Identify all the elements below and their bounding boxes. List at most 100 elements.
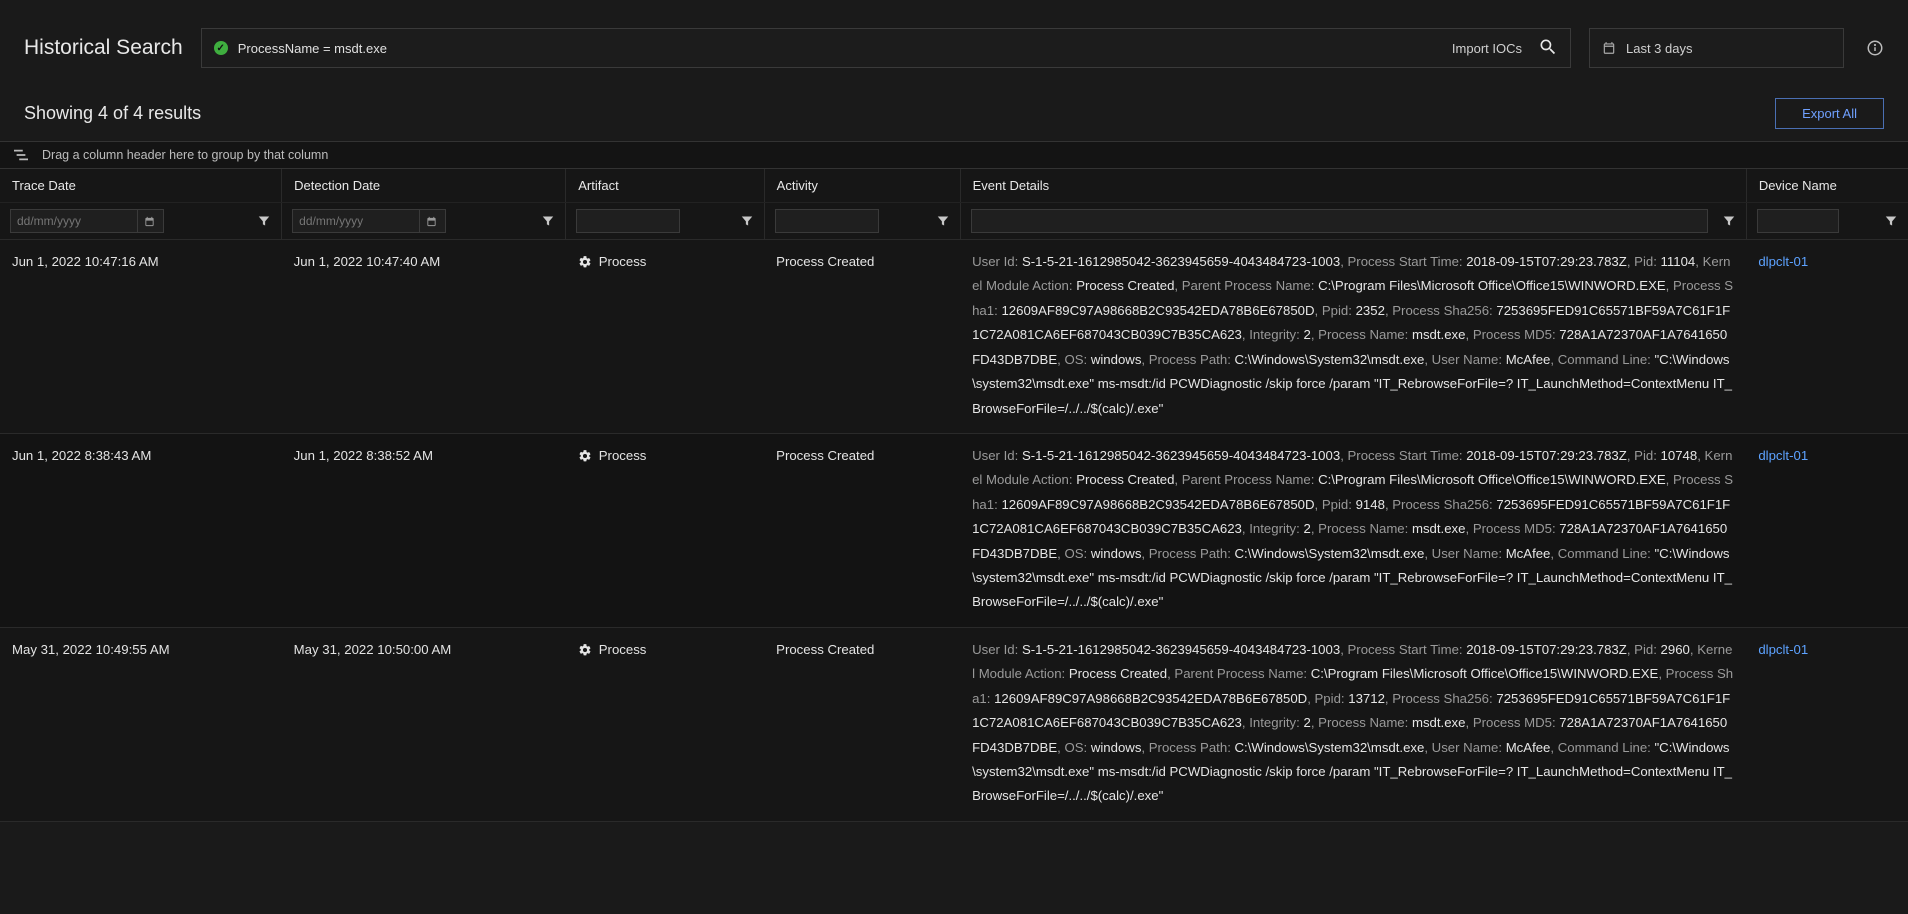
- event-detail-key: Command Line: [1558, 546, 1647, 561]
- detection-date-filter[interactable]: [292, 209, 446, 233]
- event-detail-key: Integrity: [1249, 327, 1296, 342]
- event-detail-key: User Id: [972, 254, 1015, 269]
- event-detail-key: Integrity: [1249, 715, 1296, 730]
- event-detail-value: McAfee: [1506, 740, 1551, 755]
- device-name-filter[interactable]: [1757, 209, 1839, 233]
- event-detail-value: C:\Program Files\Microsoft Office\Office…: [1318, 472, 1666, 487]
- event-detail-value: McAfee: [1506, 546, 1551, 561]
- event-detail-key: Process Name: [1318, 327, 1404, 342]
- filter-icon[interactable]: [257, 214, 271, 228]
- col-event-details[interactable]: Event Details: [960, 169, 1746, 203]
- event-detail-value: 2018-09-15T07:29:23.783Z: [1466, 254, 1627, 269]
- activity-cell: Process Created: [764, 627, 960, 821]
- table-row: Jun 1, 2022 10:47:16 AMJun 1, 2022 10:47…: [0, 240, 1908, 434]
- header-row: Trace Date Detection Date Artifact Activ…: [0, 169, 1908, 203]
- artifact-filter[interactable]: [576, 209, 680, 233]
- trace-date-filter[interactable]: [10, 209, 164, 233]
- detection-date-filter-input[interactable]: [293, 214, 419, 228]
- event-detail-key: Process Path: [1149, 546, 1227, 561]
- event-detail-key: Command Line: [1558, 352, 1647, 367]
- col-activity[interactable]: Activity: [764, 169, 960, 203]
- device-link[interactable]: dlpclt-01: [1758, 448, 1808, 463]
- event-detail-value: msdt.exe: [1412, 521, 1466, 536]
- detection-date-cell: Jun 1, 2022 8:38:52 AM: [282, 433, 566, 627]
- table-row: May 31, 2022 10:49:55 AMMay 31, 2022 10:…: [0, 627, 1908, 821]
- filter-icon[interactable]: [541, 214, 555, 228]
- event-detail-value: 2960: [1661, 642, 1690, 657]
- event-detail-key: User Name: [1432, 546, 1499, 561]
- event-detail-value: msdt.exe: [1412, 715, 1466, 730]
- import-iocs-link[interactable]: Import IOCs: [1452, 41, 1522, 56]
- activity-filter-input[interactable]: [776, 210, 878, 232]
- event-detail-value: windows: [1091, 546, 1142, 561]
- event-detail-value: C:\Program Files\Microsoft Office\Office…: [1311, 666, 1659, 681]
- event-detail-value: 2: [1303, 715, 1310, 730]
- event-detail-key: Process Name: [1318, 715, 1404, 730]
- event-detail-key: User Id: [972, 642, 1015, 657]
- event-detail-key: Command Line: [1558, 740, 1647, 755]
- event-detail-value: 2: [1303, 521, 1310, 536]
- detection-date-cell: Jun 1, 2022 10:47:40 AM: [282, 240, 566, 434]
- search-query-text[interactable]: ProcessName = msdt.exe: [238, 41, 1442, 56]
- activity-cell: Process Created: [764, 240, 960, 434]
- filter-icon[interactable]: [936, 214, 950, 228]
- search-icon[interactable]: [1538, 37, 1558, 60]
- event-detail-value: C:\Windows\System32\msdt.exe: [1235, 546, 1425, 561]
- event-detail-value: S-1-5-21-1612985042-3623945659-404348472…: [1022, 254, 1340, 269]
- col-trace-date[interactable]: Trace Date: [0, 169, 282, 203]
- gear-icon: [578, 449, 592, 463]
- trace-date-filter-input[interactable]: [11, 214, 137, 228]
- event-detail-value: C:\Windows\System32\msdt.exe: [1235, 352, 1425, 367]
- event-detail-key: User Id: [972, 448, 1015, 463]
- search-query-box[interactable]: ✓ ProcessName = msdt.exe Import IOCs: [201, 28, 1571, 68]
- filter-row: [0, 203, 1908, 240]
- page-title: Historical Search: [24, 36, 183, 60]
- event-detail-key: Process MD5: [1473, 715, 1552, 730]
- event-detail-value: 12609AF89C97A98668B2C93542EDA78B6E67850D: [994, 691, 1307, 706]
- artifact-cell: Process: [566, 433, 764, 627]
- detection-date-cell: May 31, 2022 10:50:00 AM: [282, 627, 566, 821]
- artifact-filter-input[interactable]: [577, 210, 679, 232]
- artifact-cell: Process: [566, 240, 764, 434]
- col-detection-date[interactable]: Detection Date: [282, 169, 566, 203]
- export-all-button[interactable]: Export All: [1775, 98, 1884, 129]
- table-row: Jun 1, 2022 8:38:43 AMJun 1, 2022 8:38:5…: [0, 433, 1908, 627]
- info-icon[interactable]: [1866, 39, 1884, 57]
- group-by-hint-row[interactable]: Drag a column header here to group by th…: [0, 141, 1908, 169]
- trace-date-cell: Jun 1, 2022 8:38:43 AM: [0, 433, 282, 627]
- calendar-icon[interactable]: [419, 210, 443, 232]
- results-bar: Showing 4 of 4 results Export All: [0, 88, 1908, 141]
- filter-icon[interactable]: [740, 214, 754, 228]
- col-artifact[interactable]: Artifact: [566, 169, 764, 203]
- time-range-picker[interactable]: Last 3 days: [1589, 28, 1844, 68]
- device-name-filter-input[interactable]: [1758, 210, 1838, 232]
- event-detail-key: Process Sha256: [1392, 303, 1489, 318]
- activity-filter[interactable]: [775, 209, 879, 233]
- device-link[interactable]: dlpclt-01: [1758, 642, 1808, 657]
- event-detail-value: windows: [1091, 352, 1142, 367]
- device-link[interactable]: dlpclt-01: [1758, 254, 1808, 269]
- calendar-icon[interactable]: [137, 210, 161, 232]
- event-detail-key: Process Sha256: [1392, 691, 1489, 706]
- filter-icon[interactable]: [1884, 214, 1898, 228]
- event-detail-value: 2352: [1356, 303, 1385, 318]
- event-detail-key: Integrity: [1249, 521, 1296, 536]
- filter-icon[interactable]: [1722, 214, 1736, 228]
- results-summary: Showing 4 of 4 results: [24, 103, 201, 124]
- event-detail-value: windows: [1091, 740, 1142, 755]
- artifact-cell: Process: [566, 627, 764, 821]
- activity-cell: Process Created: [764, 433, 960, 627]
- event-detail-value: C:\Program Files\Microsoft Office\Office…: [1318, 278, 1666, 293]
- top-bar: Historical Search ✓ ProcessName = msdt.e…: [0, 0, 1908, 88]
- artifact-label: Process: [599, 250, 647, 274]
- device-name-cell: dlpclt-01: [1746, 433, 1908, 627]
- event-details-filter-input[interactable]: [972, 210, 1707, 232]
- event-detail-key: Process Start Time: [1348, 254, 1459, 269]
- time-range-label: Last 3 days: [1626, 41, 1693, 56]
- event-detail-key: Parent Process Name: [1182, 472, 1311, 487]
- event-detail-key: Process Path: [1149, 352, 1227, 367]
- event-detail-key: Pid: [1634, 448, 1653, 463]
- event-detail-key: Process Sha256: [1392, 497, 1489, 512]
- event-details-filter[interactable]: [971, 209, 1708, 233]
- col-device-name[interactable]: Device Name: [1746, 169, 1908, 203]
